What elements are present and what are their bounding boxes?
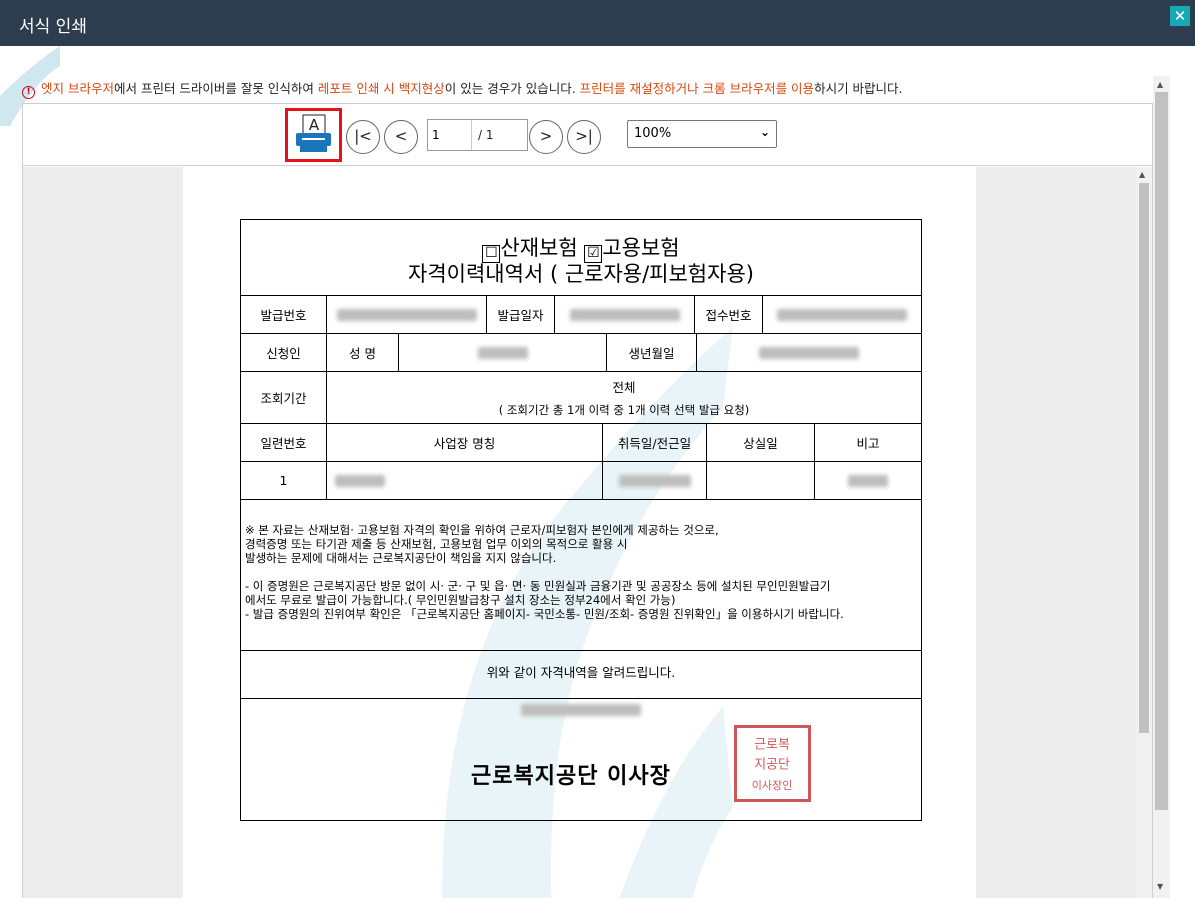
viewer-toolbar: A |< < / 1 > >| 100% ⌄ [23, 104, 1152, 166]
issue-date-footer [521, 704, 641, 719]
acquired-header: 취득일/전근일 [603, 424, 707, 462]
svg-text:이사장인: 이사장인 [752, 779, 793, 792]
note-spacer [245, 565, 917, 579]
warning-icon: ! [22, 86, 35, 99]
period-value: 전체 [612, 380, 636, 395]
document-header: ☐ 산재보험 ☑ 고용보험 자격이력내역서 ( 근로자용/피보험자용) [241, 220, 921, 296]
window-title: 서식 인쇄 [19, 17, 87, 37]
workplace-header: 사업장 명칭 [327, 424, 603, 462]
lost-header: 상실일 [707, 424, 815, 462]
report-viewer: A |< < / 1 > >| 100% ⌄ [22, 103, 1153, 898]
notice-segment: 에서 프린터 드라이버를 잘못 인식하여 [113, 81, 318, 96]
period-label: 조회기간 [241, 372, 327, 424]
print-button[interactable]: A [285, 108, 342, 162]
notice-segment: 레포트 인쇄 시 백지현상 [317, 81, 445, 96]
zoom-value: 100% [634, 126, 672, 141]
report-page: ☐ 산재보험 ☑ 고용보험 자격이력내역서 ( 근로자용/피보험자용) 발급번호 발… [183, 167, 976, 898]
zoom-select[interactable]: 100% ⌄ [627, 120, 777, 148]
scrollbar-thumb[interactable] [1155, 92, 1168, 810]
page-number-input[interactable] [428, 120, 472, 150]
prev-page-button[interactable]: < [384, 120, 418, 154]
seq-cell: 1 [241, 462, 327, 500]
title-bar: 서식 인쇄 ✕ [0, 0, 1195, 46]
report-canvas[interactable]: ☐ 산재보험 ☑ 고용보험 자격이력내역서 ( 근로자용/피보험자용) 발급번호 발… [23, 167, 1136, 898]
issue-no-label: 발급번호 [241, 296, 327, 334]
page-scrollbar[interactable]: ▲ ▼ [1153, 76, 1170, 898]
note-line: 경력증명 또는 타기관 제출 등 산재보험, 고용보험 업무 이외의 목적으로 … [245, 537, 628, 551]
period-value-cell: 전체 ( 조회기간 총 1개 이력 중 1개 이력 선택 발급 요청) [327, 372, 921, 424]
acquired-cell [603, 462, 707, 500]
official-seal: 근로복 지공단 이사장인 [734, 725, 811, 802]
divider [241, 650, 921, 651]
notice-segment: 하시기 바랍니다. [814, 81, 903, 96]
agency-signature: 근로복지공단 이사장 [471, 764, 671, 789]
page-indicator: / 1 [427, 119, 528, 151]
scroll-down-icon[interactable]: ▼ [1157, 882, 1163, 891]
close-button[interactable]: ✕ [1170, 6, 1190, 26]
birth-value [697, 334, 921, 372]
name-value [399, 334, 607, 372]
note-line: 에서도 무료로 발급이 가능합니다.( 무인민원발급창구 설치 장소는 정부24… [245, 593, 676, 607]
name-label: 성 명 [327, 334, 399, 372]
workplace-cell [327, 462, 603, 500]
remark-cell [815, 462, 921, 500]
remark-header: 비고 [815, 424, 921, 462]
chevron-down-icon: ⌄ [759, 125, 770, 139]
issue-date-value [555, 296, 695, 334]
receipt-no-value [763, 296, 921, 334]
note-line: 발생하는 문제에 대해서는 근로복지공단이 책임을 지지 않습니다. [245, 551, 557, 565]
svg-text:근로복: 근로복 [754, 737, 790, 752]
divider [241, 698, 921, 699]
confirm-text: 위와 같이 자격내역을 알려드립니다. [486, 665, 676, 680]
birth-label: 생년월일 [607, 334, 697, 372]
issue-no-value [327, 296, 487, 334]
period-note: ( 조회기간 총 1개 이력 중 1개 이력 선택 발급 요청) [498, 403, 750, 417]
printer-icon: A [296, 114, 331, 152]
seq-header: 일련번호 [241, 424, 327, 462]
issue-date-label: 발급일자 [487, 296, 555, 334]
first-page-button[interactable]: |< [346, 120, 380, 154]
receipt-no-label: 접수번호 [695, 296, 763, 334]
page-total: / 1 [478, 128, 494, 142]
note-line: - 이 증명원은 근로복지공단 방문 없이 시· 군· 구 및 읍· 면· 동 … [245, 579, 831, 593]
note-line: - 발급 증명원의 진위여부 확인은 「근로복지공단 홈페이지- 국민소통- 민… [245, 607, 844, 621]
last-page-button[interactable]: >| [567, 120, 601, 154]
note-line: ※ 본 자료는 산재보험· 고용보험 자격의 확인을 위하여 근로자/피보험자 … [245, 523, 719, 537]
notice-segment: 엣지 브라우저 [41, 81, 114, 96]
scroll-up-icon[interactable]: ▲ [1139, 170, 1145, 179]
next-page-button[interactable]: > [529, 120, 563, 154]
document-title: 자격이력내역서 ( 근로자용/피보험자용) [408, 262, 754, 286]
browser-warning: ! 엣지 브라우저에서 프린터 드라이버를 잘못 인식하여 레포트 인쇄 시 백지… [22, 78, 1162, 99]
notice-segment: 이 있는 경우가 있습니다. [444, 81, 580, 96]
scroll-up-icon[interactable]: ▲ [1157, 80, 1163, 89]
svg-text:지공단: 지공단 [754, 758, 790, 773]
notice-segment: 프린터를 재설정하거나 크롬 브라우저를 이용 [579, 81, 815, 96]
applicant-label: 신청인 [241, 334, 327, 372]
document-notes: ※ 본 자료는 산재보험· 고용보험 자격의 확인을 위하여 근로자/피보험자 … [245, 523, 917, 621]
industrial-label: 산재보험 [500, 236, 578, 260]
print-icon-letter: A [309, 116, 320, 134]
scrollbar-thumb[interactable] [1139, 183, 1149, 733]
employment-label: 고용보험 [602, 236, 680, 260]
qualification-history-document: ☐ 산재보험 ☑ 고용보험 자격이력내역서 ( 근로자용/피보험자용) 발급번호 발… [240, 219, 922, 821]
lost-cell [707, 462, 815, 500]
viewer-scrollbar[interactable]: ▲ [1136, 167, 1152, 898]
